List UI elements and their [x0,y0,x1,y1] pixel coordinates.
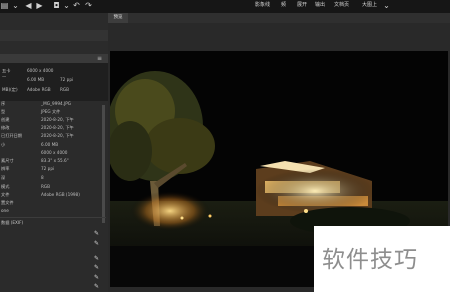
meta-label: 小 [1,142,6,147]
meta-label: 模式 [1,184,10,189]
meta-label: 型 [1,109,6,114]
meta-label: 置文件 [1,200,14,205]
edit-icon[interactable]: ✎ [94,265,100,271]
meta-label: 创建 [1,117,10,122]
meta-value: 2020-8-20, 下午 [41,117,74,122]
edit-icon[interactable]: ✎ [94,284,100,290]
meta-value: 83.3" x 55.6" [41,158,69,163]
meta-value: Adobe RGB (1998) [41,192,80,197]
meta-label: 文件 [1,192,10,197]
menu-item-2[interactable]: 频 [281,2,286,8]
metadata-panel: ≡ 五卡 — MB)(定) 6000 x 4000 6.00 MB 72 ppi… [0,13,108,292]
meta-label: 修改 [1,125,10,130]
menu-icon[interactable]: ≡ [97,54,102,63]
tab-preview[interactable]: 预览 [108,13,128,23]
meta-value: 2020-8-20, 下午 [41,125,74,130]
meta-value: 2020-8-20, 下午 [41,133,74,138]
edit-icon[interactable]: ✎ [94,275,100,281]
undo-icon[interactable]: ↶ [72,1,81,10]
meta-label: one [1,208,9,213]
meta-value: JPEG 文件 [41,109,61,114]
meta-label: 素尺寸 [1,158,14,163]
meta-value: _MG_9994.JPG [41,101,72,106]
summary-dash: — [2,74,7,79]
meta-label: 序 [1,101,6,106]
summary-color-profile: Adobe RGB [27,87,51,92]
menu-item-3[interactable]: 展开 [297,2,307,8]
edit-icon[interactable]: ✎ [94,241,100,247]
redo-icon[interactable]: ↷ [84,1,93,10]
panel-scrollbar[interactable] [102,105,105,223]
panel-header [0,30,108,41]
edit-icon[interactable]: ✎ [94,256,100,262]
summary-dpi: 72 ppi [60,77,74,82]
menu-item-4[interactable]: 输出 [315,2,325,8]
meta-label: 辨率 [1,166,10,171]
forward-icon[interactable]: ▶ [35,1,44,10]
meta-value: RGB [41,184,51,189]
back-icon[interactable]: ◀ [24,1,33,10]
summary-color-mode: RGB [60,87,70,92]
meta-label: 已打开日期 [1,133,22,138]
summary-size: 6.00 MB [27,77,45,82]
dropdown-icon[interactable]: ⌄ [11,1,20,10]
summary-dimensions: 6000 x 4000 [27,68,54,73]
meta-value: 6.00 MB [41,142,59,147]
folder-icon[interactable]: ▤ [0,1,9,10]
menu-item-6[interactable]: 大图上 [362,2,377,8]
camera-icon[interactable]: ◘ [52,1,61,10]
watermark: 软件技巧 [314,226,450,292]
meta-value: 6000 x 4000 [41,150,68,155]
meta-value: 72 ppi [41,166,55,171]
divider [0,217,106,218]
top-toolbar: ▤ ⌄ ◀ ▶ ◘ ⌄ ↶ ↷ 影象线 频 展开 输出 文档页 大图上 ⌄ [0,0,450,13]
watermark-text: 软件技巧 [322,247,418,273]
tab-strip: 预览 [108,13,450,23]
meta-label: 深 [1,175,6,180]
summary-mode: MB)(定) [2,87,18,92]
dropdown-icon[interactable]: ⌄ [62,1,71,10]
summary-format: 五卡 [2,68,11,73]
section-exif[interactable]: 数据 (EXIF) [1,220,23,225]
panel-subheader: ≡ [0,54,108,63]
menu-item-1[interactable]: 影象线 [255,2,270,8]
file-summary: 五卡 — MB)(定) 6000 x 4000 6.00 MB 72 ppi A… [0,63,108,101]
menu-item-5[interactable]: 文档页 [334,2,349,8]
chevron-down-icon[interactable]: ⌄ [382,1,391,10]
edit-icon[interactable]: ✎ [94,231,100,237]
meta-value: 8 [41,175,44,180]
